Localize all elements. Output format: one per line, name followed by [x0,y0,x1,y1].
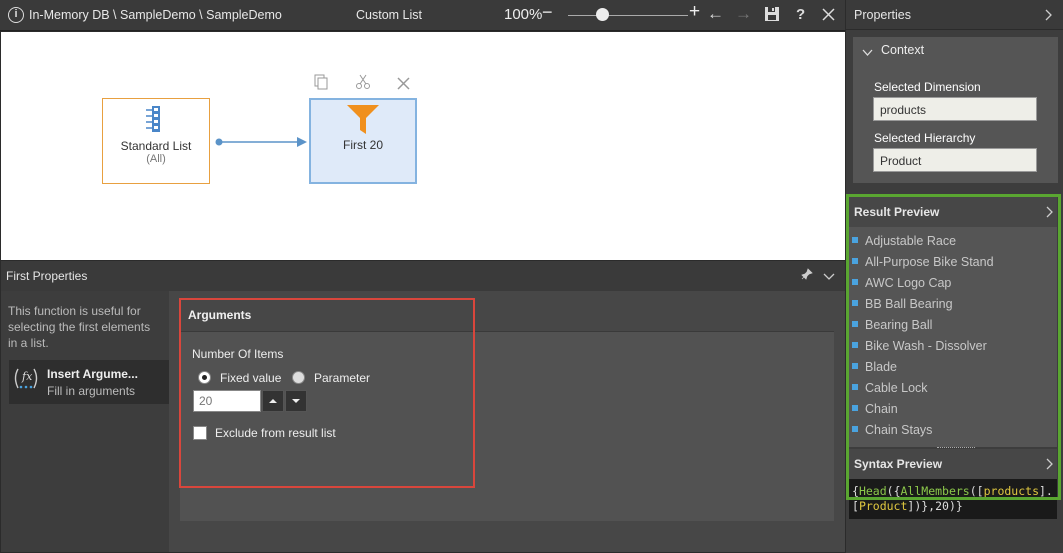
copy-icon[interactable] [313,74,329,93]
context-section: Context Selected Dimension products Sele… [853,37,1058,183]
funnel-icon [346,104,380,136]
panel-title: First Properties [6,269,88,283]
breadcrumb: In-Memory DB \ SampleDemo \ SampleDemo [29,8,282,22]
zoom-out-button[interactable]: − [542,2,553,23]
svg-text:fx: fx [21,370,33,383]
first-properties-header: First Properties [1,261,845,291]
zoom-slider-thumb[interactable] [596,8,609,21]
help-icon[interactable]: ? [796,6,805,23]
cut-icon[interactable] [355,74,371,93]
diagram-canvas[interactable]: Standard List (All) First 20 [1,32,845,260]
properties-header: Properties [846,0,1063,30]
context-title: Context [881,43,925,57]
selected-hierarchy-field[interactable]: Product [873,148,1037,172]
info-icon[interactable]: i [8,7,24,23]
arguments-highlight [179,298,475,488]
node-sublabel: (All) [146,153,166,165]
list-icon [144,105,168,133]
insert-arguments-item[interactable]: fx Insert Argume... Fill in arguments [9,360,169,404]
first-20-node[interactable]: First 20 [309,98,417,184]
close-icon[interactable] [822,8,835,24]
node-label: First 20 [342,138,383,152]
function-help-panel: This function is useful for selecting th… [1,291,169,552]
insert-title: Insert Argume... [47,367,138,381]
function-icon: fx [11,366,41,394]
selected-dimension-field[interactable]: products [873,97,1037,121]
standard-list-node[interactable]: Standard List (All) [102,98,210,184]
top-toolbar: i In-Memory DB \ SampleDemo \ SampleDemo… [0,0,845,31]
pin-icon[interactable] [801,268,813,283]
node-label: Standard List [120,139,192,153]
result-preview-highlight [846,194,1061,500]
delete-icon[interactable] [397,77,410,93]
selected-hierarchy-label: Selected Hierarchy [874,131,976,145]
selected-dimension-label: Selected Dimension [874,80,981,94]
function-description: This function is useful for selecting th… [8,304,151,350]
chevron-right-icon[interactable] [1045,9,1053,24]
redo-icon[interactable]: → [735,4,752,24]
chevron-down-icon[interactable] [823,270,835,284]
undo-icon[interactable]: ← [707,4,724,24]
zoom-level: 100% [504,6,543,23]
save-icon[interactable] [764,6,780,22]
zoom-in-button[interactable]: + [689,1,700,23]
properties-title: Properties [854,8,911,22]
page-title: Custom List [356,8,422,22]
insert-subtitle: Fill in arguments [47,384,136,398]
chevron-down-icon[interactable] [862,46,873,60]
zoom-slider-track[interactable] [568,15,688,16]
connector-arrow [215,137,307,147]
